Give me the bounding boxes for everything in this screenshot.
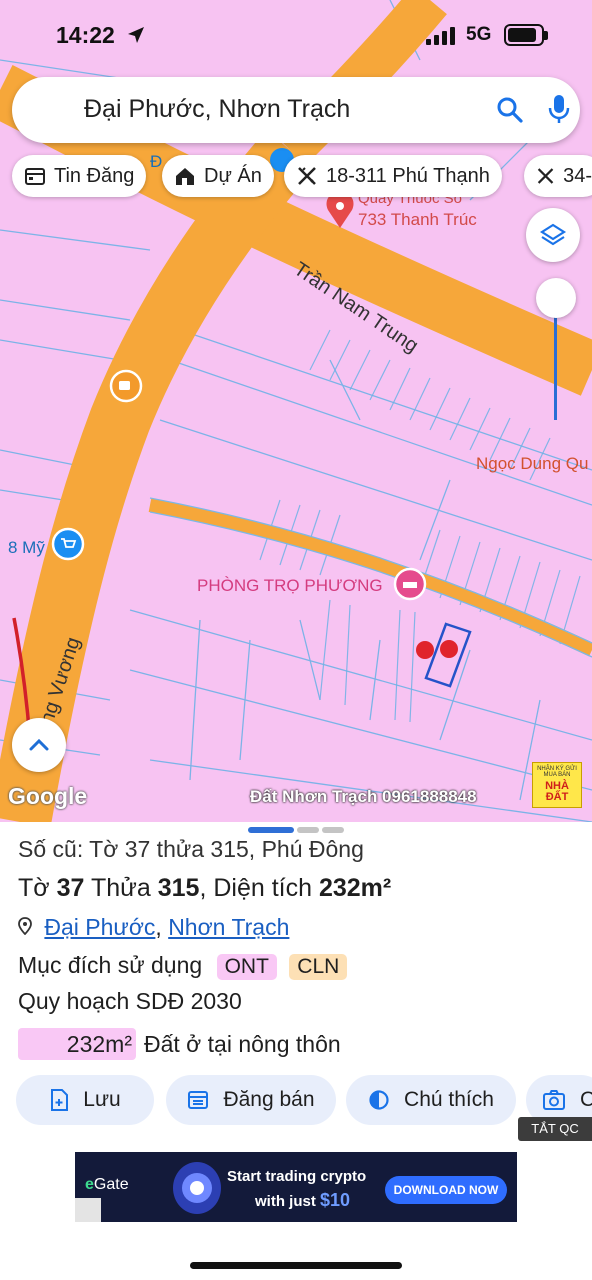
chip-du-an[interactable]: Dự Án: [162, 155, 274, 197]
legend-label: Chú thích: [404, 1088, 494, 1111]
old-parcel-info: Số cũ: Tờ 37 thửa 315, Phú Đông: [18, 836, 364, 862]
chip-tin-dang[interactable]: Tin Đăng: [12, 155, 147, 197]
chip-label: Dự Án: [204, 164, 262, 187]
contrast-icon: [369, 1090, 389, 1110]
ad-badge-nha-dat[interactable]: NHẬN KÝ GỬI MUA BÁN NHÀ ĐẤT: [532, 762, 582, 808]
ward-link[interactable]: Đại Phước: [44, 914, 155, 940]
thua-label: Thửa: [90, 874, 151, 902]
chip-34[interactable]: 34-: [524, 155, 592, 197]
search-query[interactable]: Đại Phước, Nhơn Trạch: [84, 95, 350, 124]
chevron-up-icon: [29, 738, 49, 751]
plan-description: Đất ở tại nông thôn: [144, 1030, 341, 1057]
ad-banner[interactable]: eGate Start trading crypto with just $10…: [75, 1152, 517, 1222]
plan-area: 232m²: [18, 1028, 136, 1060]
layers-button[interactable]: [526, 208, 580, 262]
location-row: Đại Phước, Nhơn Trạch: [18, 914, 289, 941]
plan-row: 232m² Đất ở tại nông thôn: [18, 1028, 341, 1060]
chip-18-311-phu-thanh[interactable]: 18-311 Phú Thạnh: [284, 155, 502, 197]
purpose-tag-cln[interactable]: CLN: [289, 954, 348, 980]
search-bar[interactable]: Đại Phước, Nhơn Trạch: [12, 77, 580, 143]
ad-headline-1: Start trading crypto: [227, 1168, 367, 1185]
sheet-handle[interactable]: [248, 827, 294, 833]
search-icon[interactable]: [496, 96, 524, 124]
calendar-icon: [188, 1091, 209, 1109]
map-pin-icon: [18, 917, 32, 936]
purpose-tag-ont[interactable]: ONT: [216, 954, 277, 980]
parcel-title: Tờ 37 Thửa 315, Diện tích 232m²: [18, 874, 392, 902]
ruler-icon: [537, 168, 554, 184]
chip-label: Tin Đăng: [54, 164, 135, 187]
hide-ads-button[interactable]: TẮT QC: [518, 1117, 592, 1141]
poi-label-pharmacy[interactable]: 733 Thanh Trúc: [358, 210, 477, 230]
signal-icon: [426, 27, 455, 45]
home-indicator[interactable]: [190, 1262, 402, 1269]
camera-icon: [543, 1090, 565, 1110]
ad-download-button[interactable]: DOWNLOAD NOW: [385, 1176, 507, 1204]
chip-label: 18-311 Phú Thạnh: [326, 164, 490, 187]
poi-label-partial: Đ: [150, 152, 163, 171]
watermark-text: Đất Nhơn Trạch 0961888848: [250, 787, 477, 806]
network-type: 5G: [466, 24, 492, 45]
purpose-row: Mục đích sử dụng ONT CLN: [18, 952, 348, 980]
ad-headline-2: with just: [255, 1193, 316, 1210]
location-separator: ,: [155, 914, 162, 940]
calendar-icon: [25, 168, 45, 185]
legend-button[interactable]: Chú thích: [346, 1075, 516, 1125]
ad-graphic-icon: [173, 1162, 221, 1214]
save-label: Lưu: [83, 1088, 121, 1111]
ad-brand: eGate: [85, 1176, 129, 1193]
status-time: 14:22: [56, 22, 115, 48]
chip-label: 34-: [563, 164, 592, 187]
ad-badge-line3: NHÀ ĐẤT: [545, 779, 569, 804]
google-logo: Google: [8, 783, 88, 809]
sheet-page-dot: [297, 827, 319, 833]
poi-label-ngoc-dung[interactable]: Ngọc Dung Qu: [476, 454, 588, 474]
ruler-icon: [298, 167, 316, 185]
house-icon: [176, 168, 194, 185]
district-link[interactable]: Nhơn Trạch: [168, 914, 289, 940]
save-button[interactable]: Lưu: [16, 1075, 154, 1125]
to-number: 37: [56, 874, 85, 902]
post-sale-button[interactable]: Đăng bán: [166, 1075, 336, 1125]
battery-icon: [504, 24, 548, 46]
ad-headline-2-row: with just $10: [255, 1190, 350, 1211]
post-sale-label: Đăng bán: [223, 1088, 315, 1111]
status-bar: 14:22 5G: [0, 0, 592, 70]
ad-brand-text: Gate: [93, 1176, 129, 1193]
area-label: Diện tích: [213, 874, 313, 902]
ad-choices-icon[interactable]: [75, 1198, 101, 1222]
microphone-icon[interactable]: [546, 93, 572, 125]
ad-badge-line2: MUA BÁN: [543, 772, 571, 779]
save-icon: [51, 1089, 69, 1111]
poi-label-phong-tro[interactable]: PHÒNG TRỌ PHƯƠNG: [197, 576, 383, 596]
location-arrow-icon: [128, 27, 144, 43]
plan-label: Quy hoạch SDĐ 2030: [18, 988, 242, 1014]
thua-number: 315: [157, 874, 200, 902]
to-label: Tờ: [18, 874, 50, 902]
locate-me-button[interactable]: [12, 718, 66, 772]
opacity-slider-track[interactable]: [554, 300, 557, 420]
poi-label-shop[interactable]: 8 Mỹ: [8, 538, 45, 558]
layers-icon: [539, 223, 567, 246]
sheet-page-dot: [322, 827, 344, 833]
area-value: 232m²: [318, 874, 392, 902]
opacity-slider-handle[interactable]: [536, 278, 576, 318]
purpose-label: Mục đích sử dụng: [18, 952, 203, 978]
ad-amount: $10: [320, 1190, 351, 1210]
camera-label: C: [580, 1088, 592, 1111]
